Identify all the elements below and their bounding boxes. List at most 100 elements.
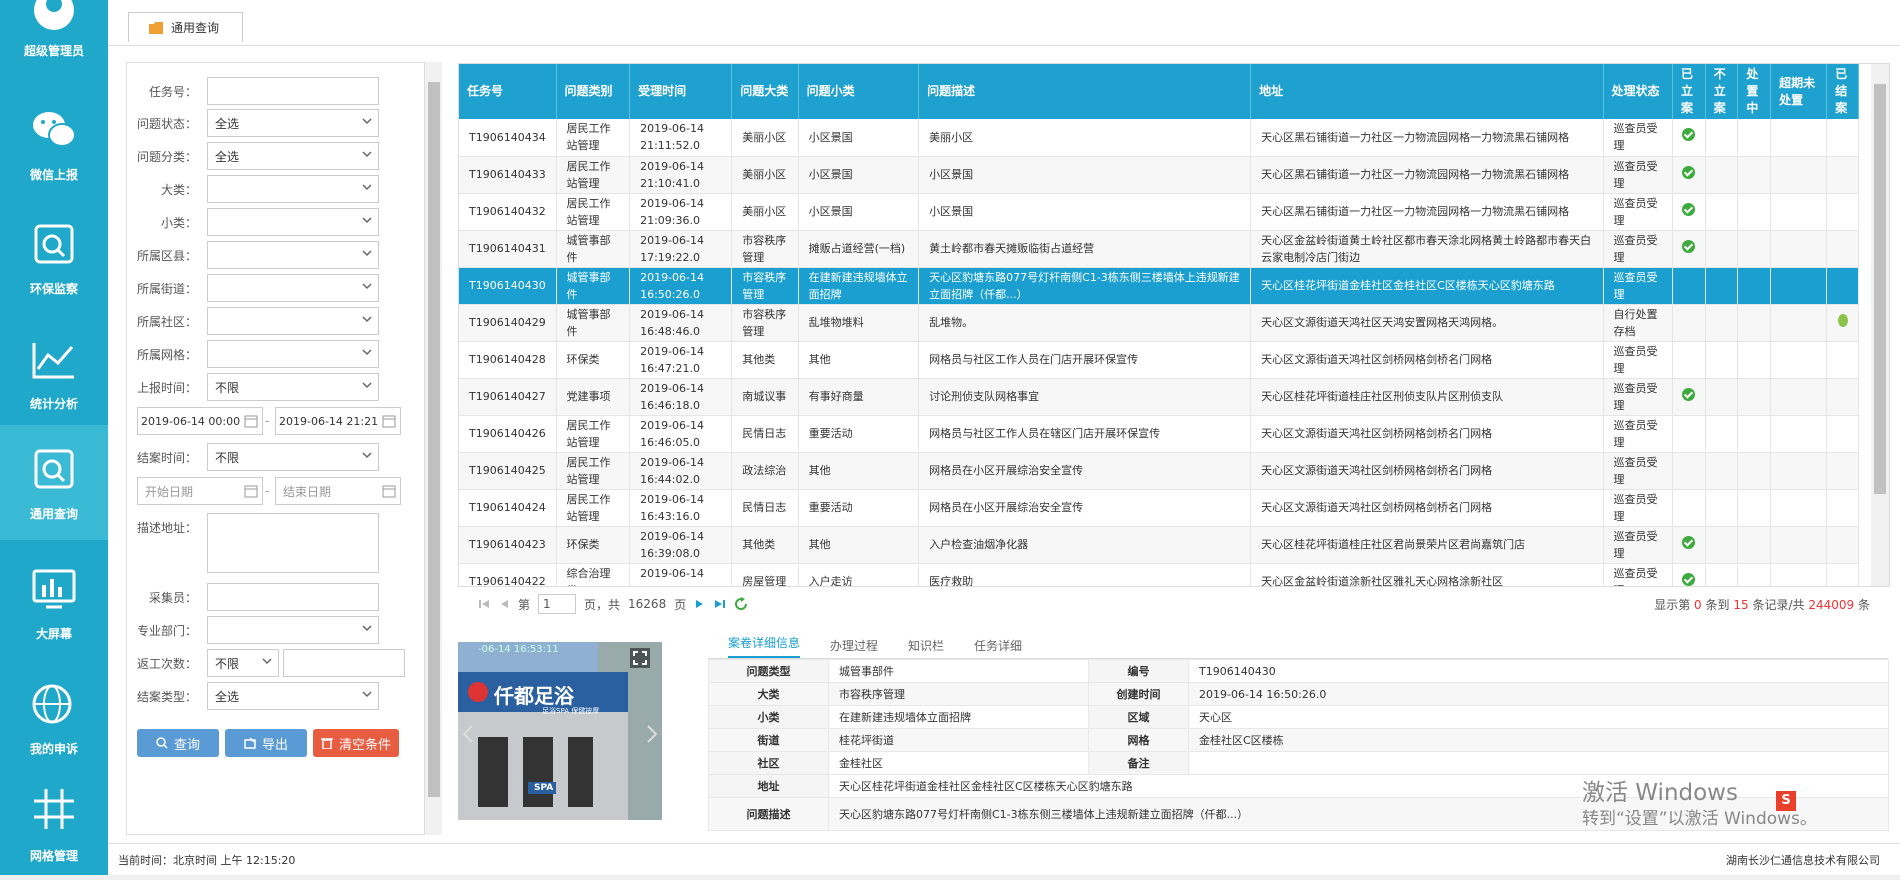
chevron-down-icon xyxy=(362,118,372,125)
table-row[interactable]: T1906140426 居民工作站管理 2019-06-14 16:46:05.0 民… xyxy=(459,415,1859,453)
column-header[interactable]: 处置中 xyxy=(1737,64,1772,119)
filter-label: 返工次数： xyxy=(136,656,197,671)
start-date-input[interactable]: 开始日期 xyxy=(137,477,263,505)
scrollbar-thumb[interactable] xyxy=(1874,84,1886,494)
table-row[interactable]: T1906140424 居民工作站管理 2019-06-14 16:43:16.0 民… xyxy=(459,489,1859,527)
tab-general-query[interactable]: 通用查询 xyxy=(128,12,243,42)
street-select[interactable] xyxy=(207,274,379,302)
summary-total: 244009 xyxy=(1808,597,1855,612)
prev-page-icon[interactable] xyxy=(498,598,510,610)
column-header[interactable]: 问题小类 xyxy=(798,64,920,119)
sidebar-item-grid[interactable]: 网格管理 xyxy=(0,765,108,880)
last-page-icon[interactable] xyxy=(714,598,726,610)
table-row[interactable]: T1906140422综合治理类2019-06-14 16:37:50.0房屋管… xyxy=(459,563,1859,586)
column-header[interactable]: 地址 xyxy=(1250,64,1604,119)
tab-process[interactable]: 办理过程 xyxy=(830,637,878,654)
task-number-input[interactable] xyxy=(207,77,379,105)
collector-input[interactable] xyxy=(207,583,379,611)
table-cell-processing xyxy=(1737,156,1772,194)
chevron-right-icon[interactable] xyxy=(646,724,658,744)
close-type-select[interactable]: 全选 xyxy=(207,682,379,710)
column-header[interactable]: 问题类别 xyxy=(556,64,631,119)
column-header[interactable]: 已立案 xyxy=(1672,64,1706,119)
table-cell-minor: 摊贩占道经营(一档) xyxy=(798,230,920,268)
table-row[interactable]: T1906140423 环保类 2019-06-14 16:39:08.0 其他类 其他… xyxy=(459,526,1859,564)
column-header[interactable]: 问题描述 xyxy=(918,64,1252,119)
report-date-to[interactable]: 2019-06-14 21:21 xyxy=(275,407,401,435)
detail-tabs: 案卷详细信息 办理过程 知识栏 任务详细 xyxy=(708,633,1888,659)
column-header[interactable]: 不立案 xyxy=(1705,64,1739,119)
report-time-select[interactable]: 不限 xyxy=(207,373,379,401)
column-header[interactable]: 已结案 xyxy=(1826,64,1859,119)
sidebar-item-env[interactable]: 环保监察 xyxy=(0,200,108,315)
filter-label: 结案时间： xyxy=(136,450,197,465)
table-row[interactable]: T1906140434 居民工作站管理 2019-06-14 21:11:52.0 美… xyxy=(459,119,1859,157)
page-input[interactable]: 1 xyxy=(538,594,577,614)
tab-case-details[interactable]: 案卷详细信息 xyxy=(728,634,801,658)
status-select[interactable]: 全选 xyxy=(207,109,379,137)
table-cell-notfiled xyxy=(1705,267,1739,305)
table-row[interactable]: T1906140431 城管事部件 2019-06-14 17:19:22.0 市容秩… xyxy=(459,230,1859,268)
filter-label: 所属网格： xyxy=(136,347,197,362)
table-row[interactable]: T1906140432 居民工作站管理 2019-06-14 21:09:36.0 美… xyxy=(459,193,1859,231)
clear-button[interactable]: 清空条件 xyxy=(313,729,399,757)
report-date-from[interactable]: 2019-06-14 00:00 xyxy=(137,407,263,435)
column-header[interactable]: 受理时间 xyxy=(629,64,733,119)
minor-category-select[interactable] xyxy=(207,208,379,236)
input-method-icon[interactable]: S xyxy=(1776,791,1796,811)
table-scrollbar[interactable] xyxy=(1871,64,1889,586)
table-cell-minor: 其他 xyxy=(798,341,920,379)
next-page-icon[interactable] xyxy=(694,598,706,610)
scrollbar-thumb[interactable] xyxy=(428,82,440,797)
table-row[interactable]: T1906140428 环保类 2019-06-14 16:47:21.0 其他类 其他… xyxy=(459,341,1859,379)
tab-knowledge[interactable]: 知识栏 xyxy=(908,637,944,654)
column-header[interactable]: 处理状态 xyxy=(1603,64,1674,119)
sidebar-item-query[interactable]: 通用查询 xyxy=(0,425,108,540)
chevron-down-icon xyxy=(362,382,372,389)
column-header[interactable]: 任务号 xyxy=(459,64,557,119)
table-row[interactable]: T1906140433 居民工作站管理 2019-06-14 21:10:41.0 美… xyxy=(459,156,1859,194)
sidebar-item-bigscreen[interactable]: 大屏幕 xyxy=(0,545,108,660)
table-row[interactable]: T1906140427 党建事项 2019-06-14 16:46:18.0 南城议事… xyxy=(459,378,1859,416)
table-row[interactable]: T1906140430 城管事部件 2019-06-14 16:50:26.0 市容秩… xyxy=(459,267,1859,305)
table-row[interactable]: T1906140425 居民工作站管理 2019-06-14 16:44:02.0 政… xyxy=(459,452,1859,490)
filter-scrollbar[interactable] xyxy=(424,62,442,835)
tab-task-details[interactable]: 任务详细 xyxy=(974,637,1022,654)
close-time-select[interactable]: 不限 xyxy=(207,443,379,471)
sidebar-item-appeal[interactable]: 我的申诉 xyxy=(0,660,108,775)
district-select[interactable] xyxy=(207,241,379,269)
first-page-icon[interactable] xyxy=(478,598,490,610)
sidebar-item-wechat[interactable]: 微信上报 xyxy=(0,86,108,201)
table-cell-addr: 天心区文源街道天鸿社区剑桥网格剑桥名门网格 xyxy=(1250,489,1604,527)
table-row[interactable]: T1906140429 城管事部件 2019-06-14 16:48:46.0 市容秩… xyxy=(459,304,1859,342)
table-cell-time: 2019-06-14 16:43:16.0 xyxy=(629,489,733,527)
export-button[interactable]: 导出 xyxy=(225,729,307,757)
query-button[interactable]: 查询 xyxy=(137,729,219,757)
sidebar-item-stats[interactable]: 统计分析 xyxy=(0,315,108,430)
community-select[interactable] xyxy=(207,307,379,335)
column-header[interactable]: 问题大类 xyxy=(731,64,799,119)
department-select[interactable] xyxy=(207,616,379,644)
select-value: 全选 xyxy=(215,149,240,164)
results-table: 任务号 问题类别 受理时间 问题大类 问题小类 问题描述 地址 处理状态 已立案 不立案 处置中 超期… xyxy=(458,63,1890,587)
column-header[interactable]: 超期未处置 xyxy=(1770,64,1828,119)
refresh-icon[interactable] xyxy=(734,597,748,611)
chevron-left-icon[interactable] xyxy=(462,724,474,744)
rework-select[interactable]: 不限 xyxy=(207,649,279,677)
sidebar-item-admin[interactable]: 超级管理员 xyxy=(0,0,108,76)
table-cell-desc: 小区景国 xyxy=(918,156,1252,194)
fullscreen-icon[interactable] xyxy=(630,648,650,668)
description-textarea[interactable] xyxy=(207,513,379,573)
table-cell-notfiled xyxy=(1705,304,1739,342)
table-cell-closed xyxy=(1826,526,1859,564)
end-date-input[interactable]: 结束日期 xyxy=(275,477,401,505)
table-cell-filed xyxy=(1672,378,1706,416)
major-category-select[interactable] xyxy=(207,175,379,203)
category-select[interactable]: 全选 xyxy=(207,142,379,170)
chevron-down-icon xyxy=(362,250,372,257)
rework-count-input[interactable] xyxy=(283,649,405,677)
grid-select[interactable] xyxy=(207,340,379,368)
table-cell-closed xyxy=(1826,341,1859,379)
case-photo[interactable]: -06-14 16:53:11 仟都足浴 足浴SPA 保健按摩 SPA xyxy=(458,642,662,820)
table-cell-major: 其他类 xyxy=(731,341,799,379)
